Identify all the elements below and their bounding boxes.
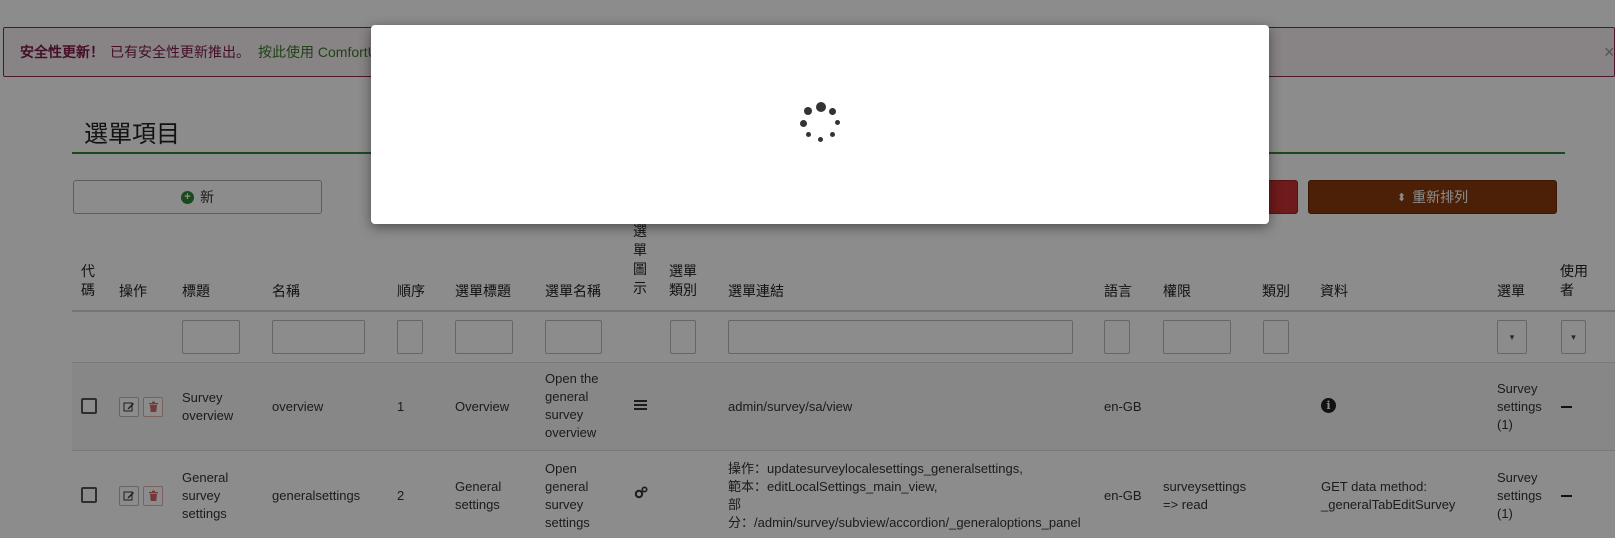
loading-spinner-icon [799,102,843,146]
loading-modal [371,25,1269,224]
